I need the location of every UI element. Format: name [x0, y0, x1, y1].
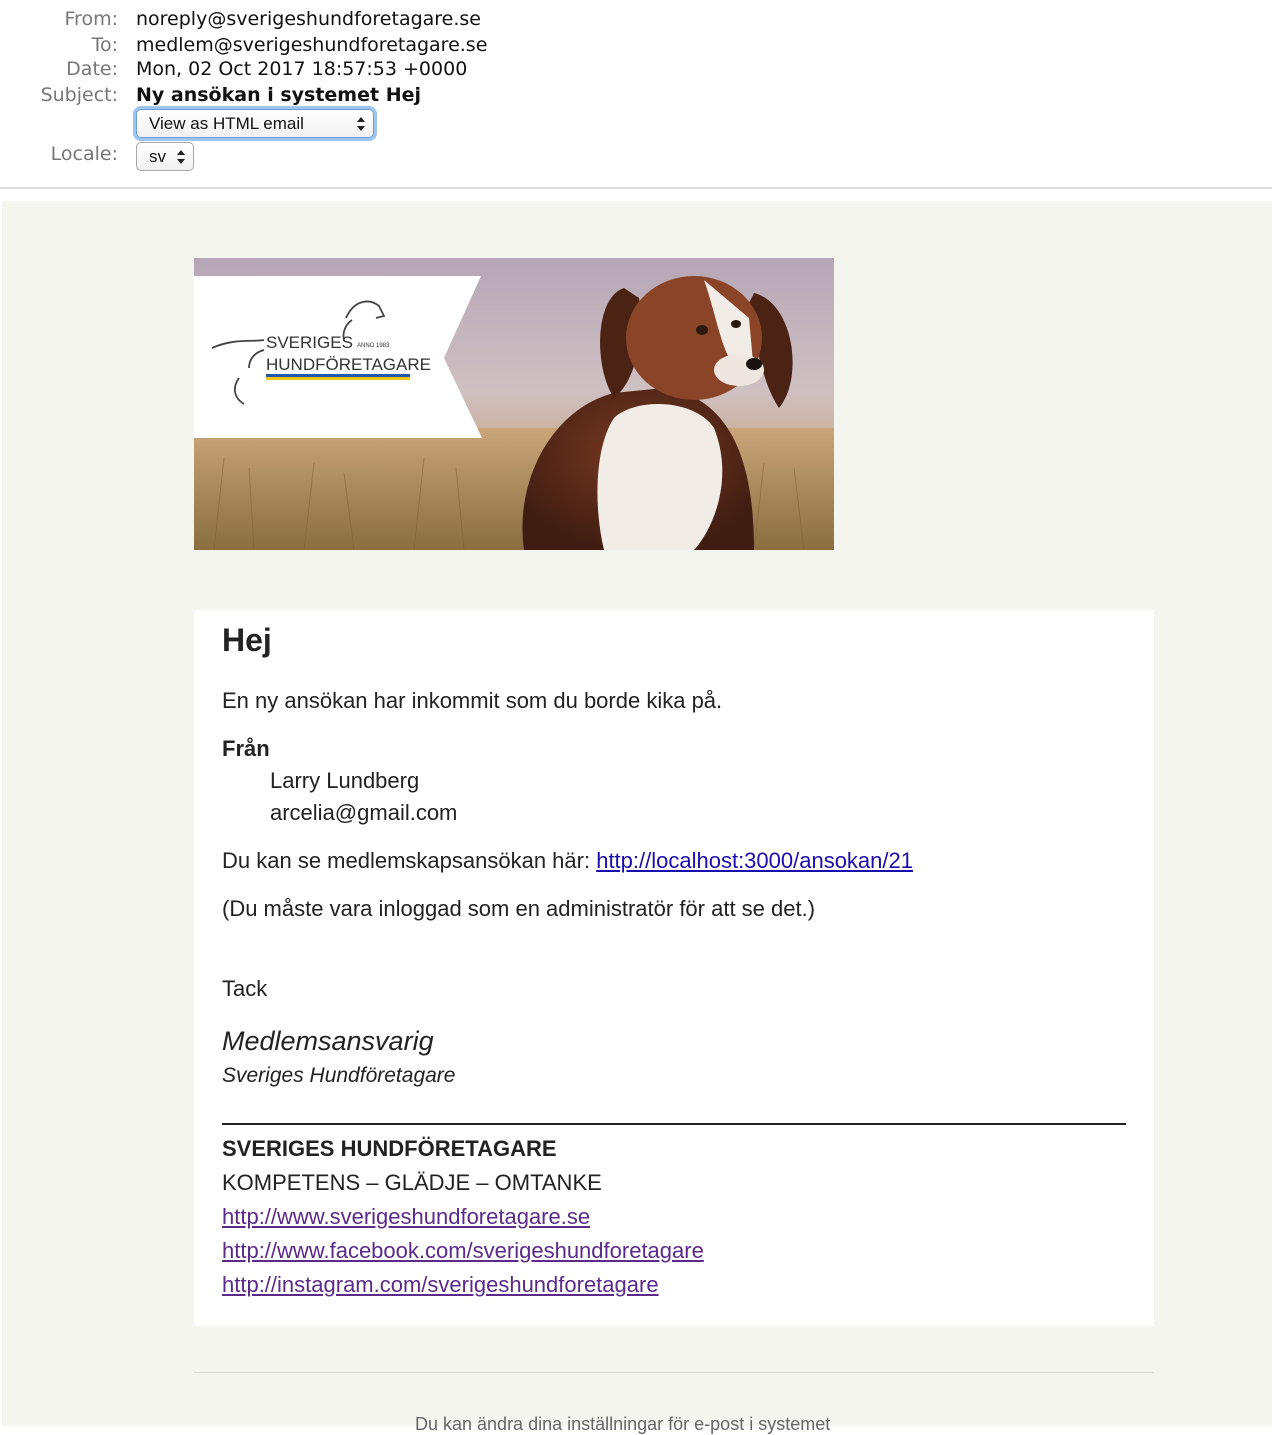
- to-row: To: medlem@sverigeshundforetagare.se: [0, 32, 488, 57]
- to-value: medlem@sverigeshundforetagare.se: [136, 33, 488, 56]
- date-value: Mon, 02 Oct 2017 18:57:53 +0000: [136, 57, 468, 80]
- logo-anno: ANNO 1983: [357, 343, 390, 349]
- view-mode-select[interactable]: View as HTML email: [136, 109, 374, 138]
- banner-photo: SVERIGES HUNDFÖRETAGARE ANNO 1983: [194, 258, 834, 550]
- logo-line1: SVERIGES: [266, 333, 353, 352]
- signature-org: Sveriges Hundföretagare: [222, 1064, 456, 1087]
- applicant-name: Larry Lundberg: [270, 768, 420, 793]
- from-value: noreply@sverigeshundforetagare.se: [136, 7, 481, 30]
- from-label: From:: [64, 7, 118, 30]
- application-link-line: Du kan se medlemskapsansökan här: http:/…: [222, 848, 913, 874]
- locale-label: Locale:: [50, 142, 118, 165]
- from-row: From: noreply@sverigeshundforetagare.se: [0, 6, 481, 31]
- subject-value: Ny ansökan i systemet Hej: [136, 83, 421, 106]
- subject-row: Subject: Ny ansökan i systemet Hej: [0, 82, 421, 107]
- application-link[interactable]: http://localhost:3000/ansokan/21: [596, 848, 913, 873]
- date-row: Date: Mon, 02 Oct 2017 18:57:53 +0000: [0, 56, 467, 81]
- footer-divider: [194, 1372, 1154, 1373]
- footer-org-name: SVERIGES HUNDFÖRETAGARE: [222, 1136, 557, 1161]
- link-prefix: Du kan se medlemskapsansökan här:: [222, 848, 597, 873]
- website-link[interactable]: http://www.sverigeshundforetagare.se: [222, 1204, 590, 1229]
- facebook-link[interactable]: http://www.facebook.com/sverigeshundfore…: [222, 1238, 704, 1263]
- to-label: To:: [91, 33, 118, 56]
- view-mode-value: View as HTML email: [149, 113, 304, 133]
- from-heading: Från: [222, 736, 270, 761]
- header-divider: [0, 187, 1272, 189]
- email-content-card: Hej En ny ansökan har inkommit som du bo…: [194, 610, 1154, 1326]
- subject-label: Subject:: [40, 83, 118, 106]
- instagram-link[interactable]: http://instagram.com/sverigeshundforetag…: [222, 1272, 659, 1297]
- signature-divider: [222, 1123, 1126, 1125]
- intro-text: En ny ansökan har inkommit som du borde …: [222, 688, 723, 713]
- admin-note: (Du måste vara inloggad som en administr…: [222, 896, 816, 921]
- select-arrows-icon: [177, 149, 185, 164]
- thanks-text: Tack: [222, 976, 268, 1001]
- date-label: Date:: [66, 57, 118, 80]
- locale-row: Locale:: [0, 141, 118, 166]
- applicant-email: arcelia@gmail.com: [270, 800, 458, 825]
- footer-cut-off-text: Du kan ändra dina inställningar för e-po…: [415, 1414, 831, 1434]
- select-arrows-icon: [357, 116, 365, 131]
- footer-tagline: KOMPETENS – GLÄDJE – OMTANKE: [222, 1170, 602, 1195]
- email-header: From: noreply@sverigeshundforetagare.se …: [0, 0, 1272, 189]
- locale-value: sv: [149, 146, 166, 166]
- header-banner-image: SVERIGES HUNDFÖRETAGARE ANNO 1983: [194, 258, 834, 550]
- greeting-heading: Hej: [222, 622, 272, 658]
- locale-select[interactable]: sv: [136, 142, 194, 171]
- logo-line2: HUNDFÖRETAGARE: [266, 355, 431, 374]
- signature-title: Medlemsansvarig: [222, 1026, 434, 1056]
